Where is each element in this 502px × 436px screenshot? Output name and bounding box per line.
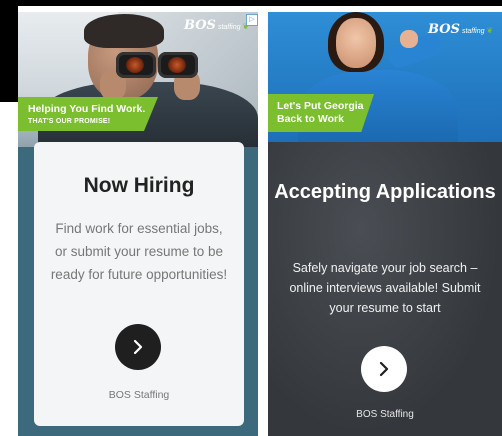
top-bar — [0, 0, 502, 6]
brand-name: BOS Staffing — [108, 389, 170, 401]
hero-image-binoculars: Helping You Find Work. THAT'S OUR PROMIS… — [18, 12, 258, 147]
brand-name: BOS Staffing — [356, 409, 414, 420]
banner-line1: Let's Put Georgia — [277, 100, 364, 112]
chevron-right-icon — [379, 361, 389, 377]
ad-body: Safely navigate your job search – online… — [289, 261, 481, 315]
leaf-icon: ❦ — [486, 26, 494, 35]
banner-line2: Back to Work — [277, 113, 344, 125]
bos-logo: BOS staffing ❦ — [428, 22, 493, 37]
woman-face — [336, 18, 376, 68]
bos-logo: BOS staffing ❦ — [184, 18, 249, 33]
content-card: Now Hiring Find work for essential jobs,… — [34, 142, 244, 426]
hero-image-woman: Let's Put Georgia Back to Work BOS staff… — [268, 12, 502, 142]
banner-line2: THAT'S OUR PROMISE! — [28, 118, 111, 125]
ad-accepting-applications[interactable]: Let's Put Georgia Back to Work BOS staff… — [268, 12, 502, 436]
logo-sub: staffing — [217, 24, 241, 31]
chevron-right-icon — [133, 339, 143, 355]
ad-body: Find work for essential jobs, or submit … — [50, 221, 228, 282]
ad-now-hiring[interactable]: Helping You Find Work. THAT'S OUR PROMIS… — [18, 12, 258, 436]
woman-fist — [400, 30, 418, 48]
logo-text: BOS — [184, 18, 216, 33]
cta-button[interactable] — [361, 346, 407, 392]
left-bar — [0, 0, 18, 102]
adchoices-icon[interactable]: ▷ — [246, 14, 258, 26]
man-hair — [84, 14, 164, 48]
logo-text: BOS — [428, 22, 460, 37]
binocular-lens-right — [158, 52, 198, 78]
logo-sub: staffing — [461, 28, 485, 35]
ad-title: Accepting Applications — [274, 181, 496, 203]
cta-button[interactable] — [115, 324, 161, 370]
banner-line1: Helping You Find Work. — [28, 103, 146, 115]
ad-title: Now Hiring — [83, 174, 195, 197]
binocular-lens-left — [116, 52, 156, 78]
